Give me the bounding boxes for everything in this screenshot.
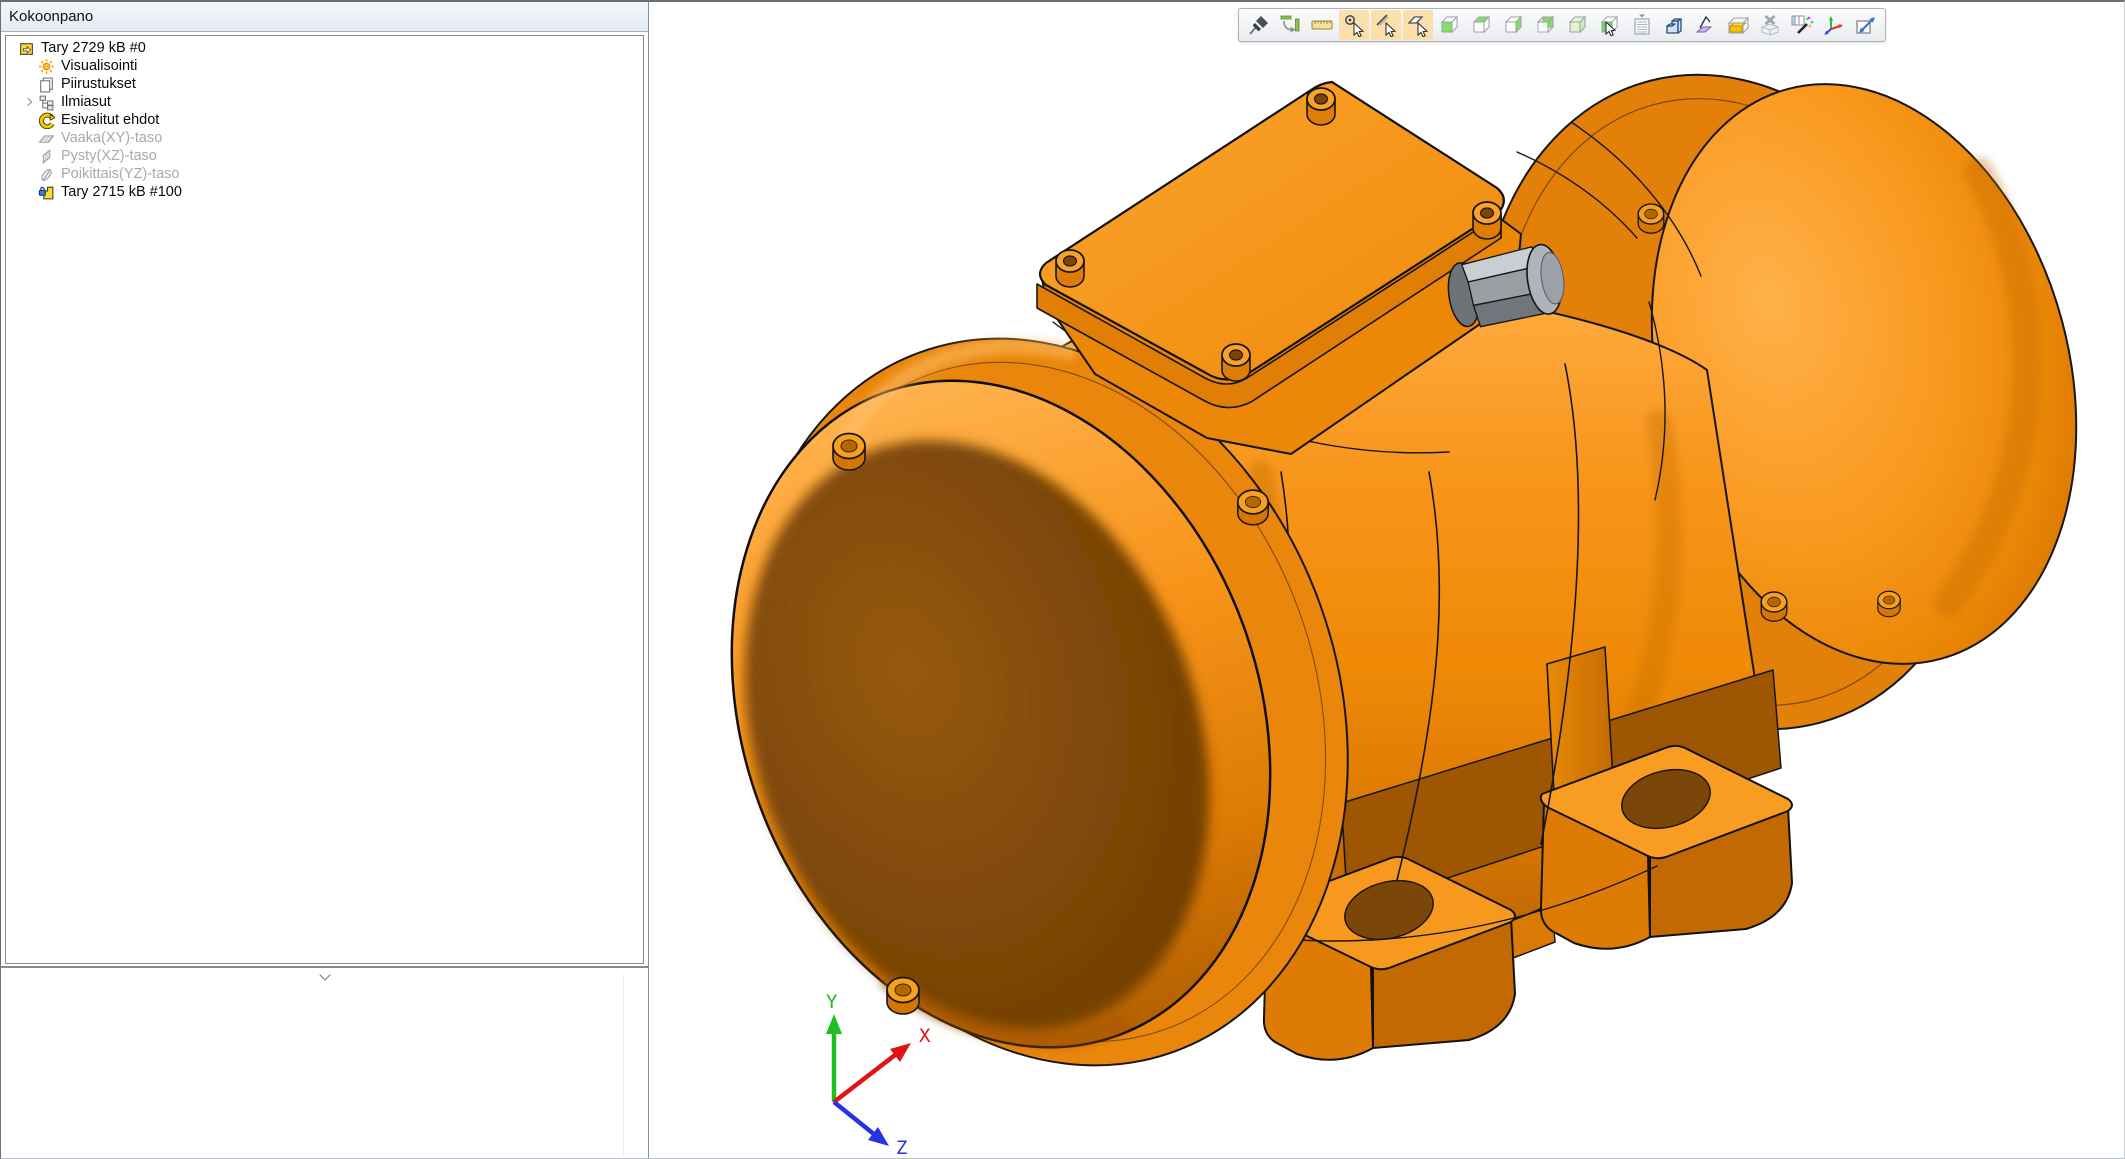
tree-item-label: Esivalitut ehdot — [61, 111, 159, 129]
view-back-face-icon — [1534, 13, 1558, 37]
measure-button[interactable] — [1307, 10, 1337, 40]
tree-item-label: Poikittais(YZ)-taso — [61, 165, 179, 183]
rotate-helper-icon — [1278, 13, 1302, 37]
coordinate-axes-button[interactable] — [1819, 10, 1849, 40]
view-front-face-icon — [1438, 13, 1462, 37]
view-right-face-button[interactable] — [1499, 10, 1529, 40]
preselected-conditions-icon — [38, 112, 55, 129]
view-front-face-button[interactable] — [1435, 10, 1465, 40]
pin-button[interactable] — [1243, 10, 1273, 40]
select-face-icon — [1598, 13, 1622, 37]
feature-list-button[interactable] — [1627, 10, 1657, 40]
tree-item-label: Tary 2729 kB #0 — [41, 39, 146, 57]
tree-item-label: Visualisointi — [61, 57, 137, 75]
view-solid-icon — [1566, 13, 1590, 37]
sketch-plane-button[interactable] — [1691, 10, 1721, 40]
axis-z-arrow — [834, 1102, 875, 1135]
transform-view-button[interactable] — [1851, 10, 1881, 40]
tree-item-piirustukset[interactable]: Piirustukset — [6, 75, 643, 93]
tree-item-yz-plane[interactable]: Poikittais(YZ)-taso — [6, 165, 643, 183]
tree-item-xy-plane[interactable]: Vaaka(XY)-taso — [6, 129, 643, 147]
model-viewport[interactable]: Y X Z — [649, 2, 2124, 1158]
snap-point-button[interactable] — [1339, 10, 1369, 40]
tree-item-tary-part[interactable]: Tary 2715 kB #100 — [6, 183, 643, 201]
xy-plane-icon — [38, 130, 55, 147]
assembly-tree: Tary 2729 kB #0 Visualisointi — [5, 35, 644, 964]
panel-title: Kokoonpano — [1, 2, 648, 32]
yz-plane-icon — [38, 166, 55, 183]
drawings-icon — [38, 76, 55, 93]
view-back-face-button[interactable] — [1531, 10, 1561, 40]
measure-icon — [1310, 13, 1334, 37]
dimension-wand-icon — [1790, 13, 1814, 37]
flange-bolt — [1638, 204, 1664, 233]
tree-item-label: Vaaka(XY)-taso — [61, 129, 162, 147]
feature-list-icon — [1630, 13, 1654, 37]
tree-item-label: Pysty(XZ)-taso — [61, 147, 157, 165]
tree-item-ilmiasut[interactable]: Ilmiasut — [6, 93, 643, 111]
visualization-sun-icon — [38, 58, 55, 75]
tree-item-esivalitut-ehdot[interactable]: Esivalitut ehdot — [6, 111, 643, 129]
model-tary-motor[interactable] — [649, 17, 2125, 1151]
tree-item-xz-plane[interactable]: Pysty(XZ)-taso — [6, 147, 643, 165]
axis-z-label: Z — [896, 1137, 907, 1159]
step-part-button[interactable] — [1659, 10, 1689, 40]
tree-item-label: Piirustukset — [61, 75, 136, 93]
cover-screw — [1056, 250, 1084, 287]
snap-face-button[interactable] — [1403, 10, 1433, 40]
locked-part-icon — [38, 184, 55, 201]
transform-view-icon — [1854, 13, 1878, 37]
axis-x-arrow — [834, 1055, 895, 1102]
assembly-icon — [18, 40, 35, 57]
application-window: Kokoonpano Tary 2729 kB #0 — [0, 0, 2125, 1159]
snap-edge-icon — [1374, 13, 1398, 37]
assembly-sidebar: Kokoonpano Tary 2729 kB #0 — [1, 2, 649, 1158]
collapse-chevron-icon[interactable] — [319, 969, 330, 980]
tree-item-label: Ilmiasut — [61, 93, 111, 111]
snap-point-icon — [1342, 13, 1366, 37]
snap-mode-group — [1339, 10, 1433, 40]
3d-canvas[interactable]: Y X Z — [649, 2, 2125, 1159]
flange-bolt — [833, 434, 865, 471]
view-top-face-button[interactable] — [1467, 10, 1497, 40]
coordinate-axes-icon — [1822, 13, 1846, 37]
cover-screw — [1307, 88, 1335, 125]
box-fill-icon — [1726, 13, 1750, 37]
rotate-helper-button[interactable] — [1275, 10, 1305, 40]
tree-item-visualisointi[interactable]: Visualisointi — [6, 57, 643, 75]
view-top-face-icon — [1470, 13, 1494, 37]
pin-icon — [1246, 13, 1270, 37]
viewport-toolbar — [1238, 8, 1886, 42]
flange-bolt — [1761, 592, 1787, 621]
view-right-face-icon — [1502, 13, 1526, 37]
tree-item-label: Tary 2715 kB #100 — [61, 183, 182, 201]
cover-screw — [1473, 202, 1501, 239]
snap-face-icon — [1406, 13, 1430, 37]
xz-plane-icon — [38, 148, 55, 165]
sketch-plane-icon — [1694, 13, 1718, 37]
snap-edge-button[interactable] — [1371, 10, 1401, 40]
detail-panel-divider — [623, 974, 624, 1156]
cover-screw — [1222, 344, 1250, 381]
step-part-icon — [1662, 13, 1686, 37]
tree-item-assembly-root[interactable]: Tary 2729 kB #0 — [6, 39, 643, 57]
dimension-wand-button[interactable] — [1787, 10, 1817, 40]
expander-icon[interactable] — [24, 98, 32, 106]
select-face-button[interactable] — [1595, 10, 1625, 40]
box-fill-button[interactable] — [1723, 10, 1753, 40]
flange-bolt — [1878, 591, 1900, 617]
appearances-icon — [38, 94, 55, 111]
delete-face-button[interactable] — [1755, 10, 1785, 40]
orientation-triad: Y X Z — [826, 991, 931, 1159]
detail-panel — [3, 968, 646, 1158]
axis-x-label: X — [919, 1025, 931, 1047]
view-solid-button[interactable] — [1563, 10, 1593, 40]
axis-y-label: Y — [826, 991, 838, 1013]
flange-bolt — [887, 978, 919, 1015]
flange-bolt — [1238, 490, 1268, 525]
delete-face-icon — [1758, 13, 1782, 37]
